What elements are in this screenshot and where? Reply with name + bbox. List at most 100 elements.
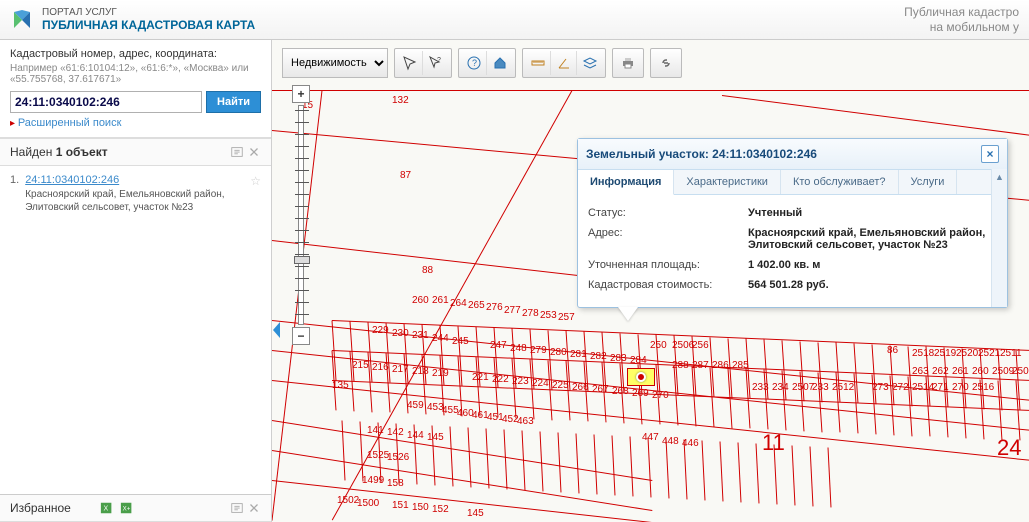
export-icon[interactable] [230,501,244,515]
parcel-label: 150 [412,502,429,513]
favorites-header: Избранное X X+ [0,494,271,522]
result-link[interactable]: 24:11:0340102:246 [25,174,119,186]
search-block: Кадастровый номер, адрес, координата: На… [0,40,271,138]
parcel-label: 265 [468,300,485,311]
parcel-label: 455 [442,405,459,416]
home-icon[interactable] [487,51,513,75]
tab-info[interactable]: Информация [578,170,674,195]
parcel-label: 2508 [1012,366,1029,377]
parcel-label: 459 [407,400,424,411]
sidebar: Кадастровый номер, адрес, координата: На… [0,40,272,522]
info-row: Адрес:Красноярский край, Емельяновский р… [588,223,997,255]
parcel-label: 145 [427,432,444,443]
info-tabs: Информация Характеристики Кто обслуживае… [578,170,1007,195]
info-row: Кадастровая стоимость:564 501.28 руб. [588,275,997,295]
logo-icon [10,8,34,32]
zoom-out-button[interactable]: − [292,327,310,345]
parcel-label: 278 [522,308,539,319]
zoom-control: + − [292,85,310,345]
measure-angle-icon[interactable] [551,51,577,75]
svg-text:?: ? [472,58,477,68]
parcel-label: 144 [407,430,424,441]
parcel-label: 453 [427,402,444,413]
close-icon[interactable]: × [981,145,999,163]
map-area[interactable]: Недвижимость ? ? + [272,40,1029,522]
help-icon[interactable]: ? [461,51,487,75]
svg-text:?: ? [437,57,441,64]
parcel-label: 2520 [956,348,978,359]
info-panel: Земельный участок: 24:11:0340102:246 × И… [577,138,1008,308]
parcel-label: 87 [400,170,411,181]
scroll-up-icon[interactable]: ▲ [992,169,1007,185]
info-body: Статус:Учтенный Адрес:Красноярский край,… [578,195,1007,307]
collapse-sidebar-icon[interactable] [272,320,282,343]
export-excel-icon[interactable]: X [99,501,115,515]
info-row: Статус:Учтенный [588,203,997,223]
selected-parcel[interactable] [627,368,655,386]
parcel-label: 158 [387,478,404,489]
parcel-label: 215 [352,360,369,371]
advanced-search-link[interactable]: Расширенный поиск [10,117,121,129]
header-title-block: ПОРТАЛ УСЛУГ ПУБЛИЧНАЯ КАДАСТРОВАЯ КАРТА [42,7,904,32]
link-icon[interactable] [653,51,679,75]
tab-characteristics[interactable]: Характеристики [674,170,781,194]
parcel-label: 261 [432,295,449,306]
parcel-label: 463 [517,416,534,427]
parcel-label: 1500 [357,498,379,509]
parcel-label: 250 [650,340,667,351]
result-item[interactable]: 1. 24:11:0340102:246 Красноярский край, … [10,174,261,214]
result-list: 1. 24:11:0340102:246 Красноярский край, … [0,166,271,494]
parcel-label: 260 [412,295,429,306]
callout-pointer-icon [618,307,638,321]
svg-text:X+: X+ [122,506,130,513]
info-scrollbar[interactable]: ▲ [991,169,1007,307]
info-row: Уточненная площадь:1 402.00 кв. м [588,255,997,275]
parcel-label: 151 [392,500,409,511]
layers-icon[interactable] [577,51,603,75]
clear-icon[interactable] [247,145,261,159]
header-right: Публичная кадастро на мобильном у [904,5,1019,34]
info-panel-header: Земельный участок: 24:11:0340102:246 × [578,139,1007,170]
marker-icon [636,372,646,382]
header-main: ПУБЛИЧНАЯ КАДАСТРОВАЯ КАРТА [42,18,904,32]
parcel-label: 261 [952,366,969,377]
add-excel-icon[interactable]: X+ [119,501,135,515]
tab-service[interactable]: Кто обслуживает? [781,170,899,194]
search-label: Кадастровый номер, адрес, координата: [10,48,261,60]
result-description: Красноярский край, Емельяновский район, … [25,188,244,214]
zoom-slider[interactable] [298,105,304,325]
parcel-label: 152 [432,504,449,515]
parcel-label: 460 [457,408,474,419]
result-number: 1. [10,174,19,214]
parcel-label: 2518 [912,348,934,359]
parcel-label: 447 [642,432,659,443]
select-tool-icon[interactable] [397,51,423,75]
parcel-label: 257 [558,312,575,323]
search-button[interactable]: Найти [206,91,261,113]
zoom-handle[interactable] [294,256,310,264]
parcel-label: 234 [772,382,789,393]
svg-text:X: X [103,506,108,513]
info-panel-title: Земельный участок: 24:11:0340102:246 [586,147,981,161]
zoom-in-button[interactable]: + [292,85,310,103]
ruler-icon[interactable] [525,51,551,75]
parcel-label: 277 [504,305,521,316]
map-toolbar: Недвижимость ? ? [282,48,682,78]
parcel-label: 253 [540,310,557,321]
header-sub: ПОРТАЛ УСЛУГ [42,7,904,18]
tab-services[interactable]: Услуги [899,170,958,194]
parcel-label: 88 [422,265,433,276]
favorite-star-icon[interactable]: ☆ [250,174,261,214]
clear-icon[interactable] [247,501,261,515]
results-header: Найден 1 объект [0,138,271,166]
search-input[interactable] [10,91,202,113]
print-icon[interactable] [615,51,641,75]
layer-select[interactable]: Недвижимость [282,48,388,78]
export-icon[interactable] [230,145,244,159]
search-hint: Например «61:6:10104:12», «61:6:*», «Мос… [10,63,261,85]
parcel-label: 276 [486,302,503,313]
parcel-label: 2509 [992,366,1014,377]
header-bar: ПОРТАЛ УСЛУГ ПУБЛИЧНАЯ КАДАСТРОВАЯ КАРТА… [0,0,1029,40]
identify-tool-icon[interactable]: ? [423,51,449,75]
parcel-label: 145 [467,508,484,519]
